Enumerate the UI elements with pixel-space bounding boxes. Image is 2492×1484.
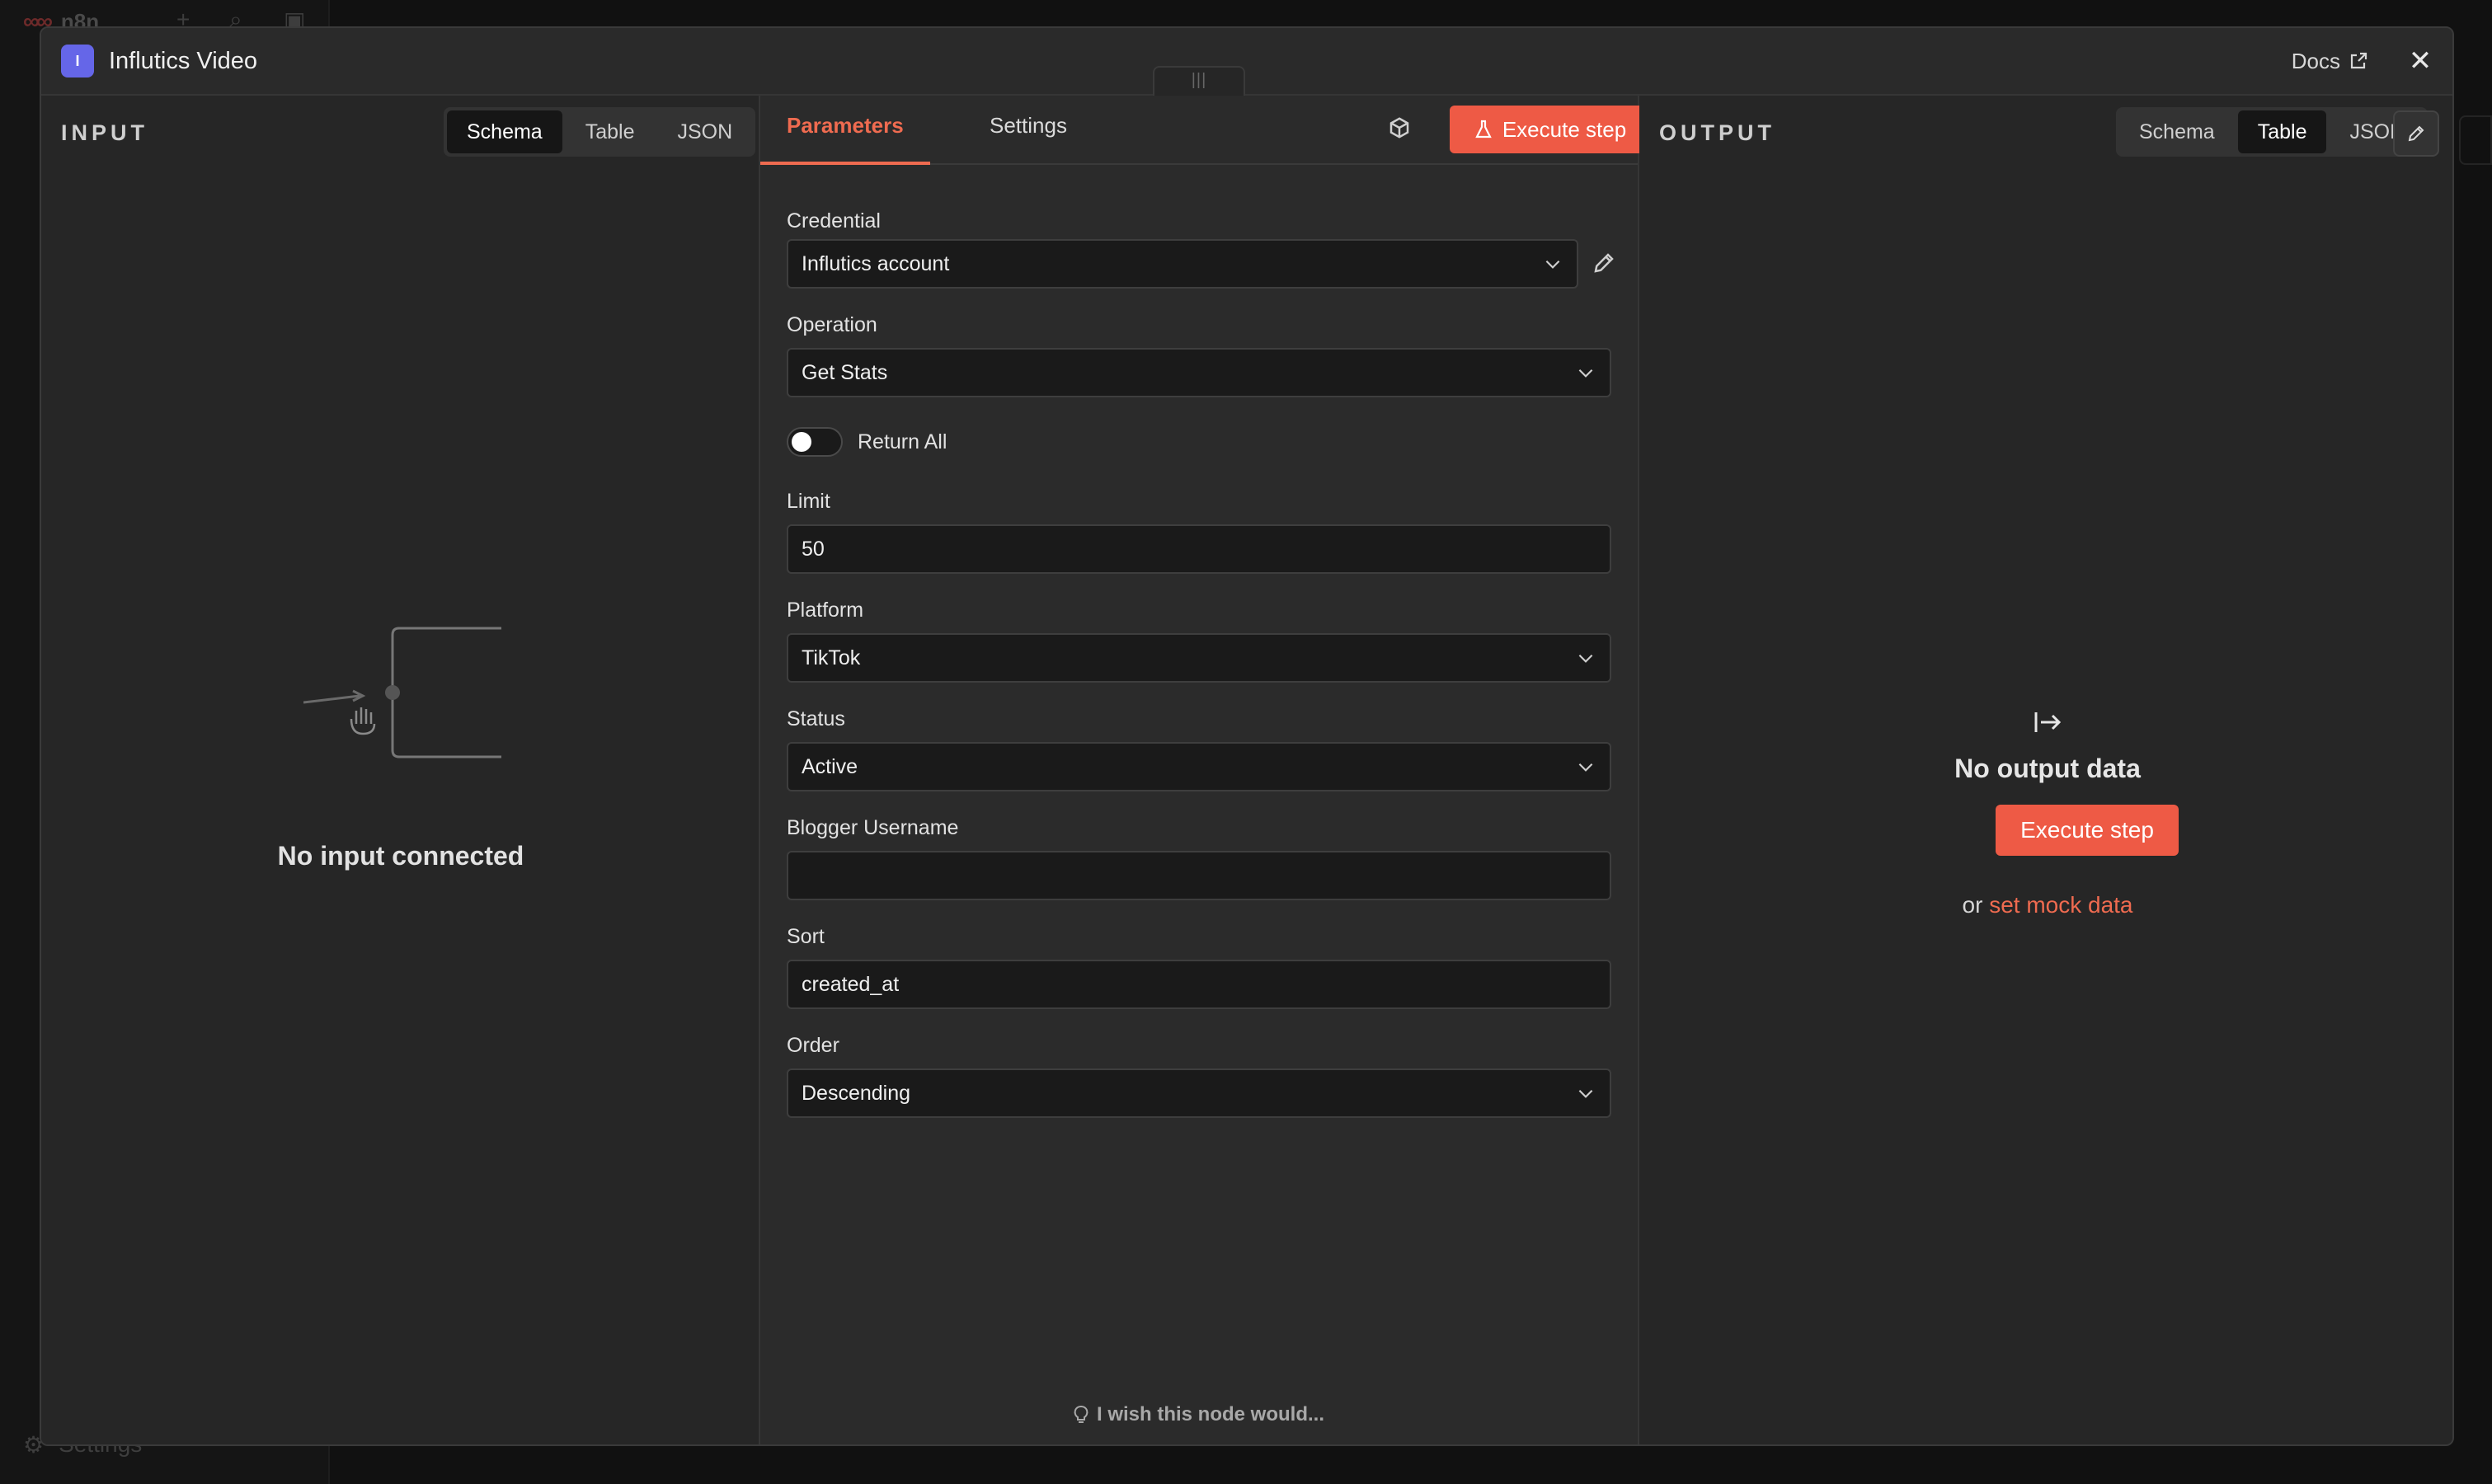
- input-panel-title: INPUT: [61, 120, 148, 145]
- blogger-username-input[interactable]: [787, 851, 1611, 900]
- no-output-message: No output data: [1954, 754, 2141, 783]
- chevron-down-icon: [1545, 260, 1560, 269]
- credential-select[interactable]: Influtics account: [787, 239, 1578, 289]
- parameters-tabs: Parameters Settings Execute step: [760, 96, 1651, 165]
- output-panel-title: OUTPUT: [1659, 120, 1775, 145]
- node-icon: I: [61, 45, 94, 77]
- sort-value: created_at: [802, 972, 900, 996]
- output-view-schema[interactable]: Schema: [2119, 110, 2235, 153]
- no-input-message: No input connected: [277, 841, 524, 871]
- feedback-text: I wish this node would...: [1097, 1403, 1324, 1425]
- status-label: Status: [787, 707, 845, 730]
- set-mock-data-link[interactable]: set mock data: [1989, 892, 2132, 918]
- input-panel: INPUT Schema Table JSON No input connect…: [41, 96, 760, 1444]
- node-title[interactable]: Influtics Video: [109, 48, 257, 75]
- chevron-down-icon: [1578, 369, 1593, 378]
- tab-settings[interactable]: Settings: [990, 96, 1067, 165]
- mock-data-row: or set mock data: [1639, 892, 2452, 918]
- output-view-table[interactable]: Table: [2237, 110, 2327, 153]
- credential-value: Influtics account: [802, 251, 950, 275]
- output-panel: OUTPUT Schema Table JSON No output data …: [1639, 96, 2452, 1444]
- docs-link[interactable]: Docs: [2292, 49, 2368, 74]
- output-view-switcher: Schema Table JSON: [2116, 107, 2429, 157]
- pencil-icon: [2408, 125, 2424, 142]
- node-details-modal: I Influtics Video Docs ✕ INPUT Schema Ta…: [40, 26, 2454, 1446]
- status-value: Active: [802, 754, 858, 778]
- panel-drag-handle[interactable]: |||: [1153, 66, 1245, 96]
- flask-icon: [1475, 120, 1492, 139]
- modal-header: I Influtics Video Docs ✕: [41, 28, 2452, 96]
- execute-step-button[interactable]: Execute step: [1450, 106, 1651, 153]
- order-value: Descending: [802, 1081, 911, 1105]
- input-view-switcher: Schema Table JSON: [444, 107, 756, 157]
- operation-label: Operation: [787, 313, 877, 336]
- background-edge-element: [2459, 115, 2492, 165]
- close-icon[interactable]: ✕: [2408, 45, 2433, 77]
- arrow-right-to-line-icon: [2034, 712, 2062, 732]
- platform-label: Platform: [787, 599, 864, 622]
- order-label: Order: [787, 1034, 839, 1057]
- or-text: or: [1962, 892, 1990, 918]
- platform-value: TikTok: [802, 646, 861, 669]
- input-view-table[interactable]: Table: [566, 110, 655, 153]
- header-actions: Docs ✕: [2292, 45, 2433, 77]
- platform-select[interactable]: TikTok: [787, 633, 1611, 683]
- edit-credential-icon[interactable]: [1592, 251, 1616, 275]
- chevron-down-icon: [1578, 654, 1593, 663]
- limit-input[interactable]: 50: [787, 524, 1611, 574]
- return-all-toggle[interactable]: [787, 427, 843, 457]
- blogger-username-label: Blogger Username: [787, 816, 959, 839]
- input-view-schema[interactable]: Schema: [447, 110, 562, 153]
- status-select[interactable]: Active: [787, 742, 1611, 791]
- output-empty-icon-wrap: [1639, 707, 2452, 737]
- chevron-down-icon: [1578, 763, 1593, 772]
- operation-value: Get Stats: [802, 360, 888, 384]
- toggle-knob: [792, 432, 811, 452]
- return-all-row: Return All: [787, 427, 947, 457]
- cube-icon[interactable]: [1387, 115, 1412, 140]
- lightbulb-icon: [1074, 1406, 1088, 1423]
- sort-label: Sort: [787, 925, 825, 948]
- execute-step-label: Execute step: [1502, 116, 1627, 142]
- chevron-down-icon: [1578, 1089, 1593, 1098]
- external-link-icon: [2350, 52, 2367, 69]
- sort-input[interactable]: created_at: [787, 960, 1611, 1009]
- edit-output-button[interactable]: [2393, 110, 2439, 157]
- no-input-illustration-icon: [303, 627, 501, 758]
- return-all-label: Return All: [858, 430, 947, 453]
- parameters-panel: ||| Parameters Settings Execute step Cre…: [760, 66, 1651, 1444]
- operation-select[interactable]: Get Stats: [787, 348, 1611, 397]
- feedback-link[interactable]: I wish this node would...: [760, 1403, 1638, 1426]
- limit-label: Limit: [787, 490, 830, 513]
- input-view-json[interactable]: JSON: [657, 110, 752, 153]
- tab-parameters[interactable]: Parameters: [760, 96, 930, 165]
- docs-label: Docs: [2291, 48, 2340, 73]
- output-execute-step-button[interactable]: Execute step: [1996, 805, 2179, 856]
- limit-value: 50: [802, 537, 825, 561]
- credential-label: Credential: [787, 209, 881, 232]
- order-select[interactable]: Descending: [787, 1068, 1611, 1118]
